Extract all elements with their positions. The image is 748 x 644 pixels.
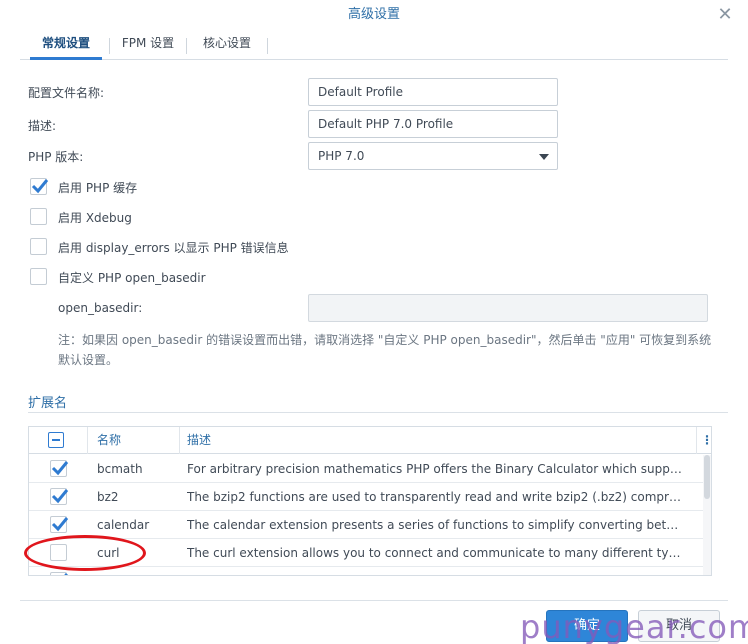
note-line-2: 默认设置。 [58, 353, 119, 367]
checkbox-open-basedir[interactable] [30, 268, 47, 285]
table-row[interactable]: bcmath For arbitrary precision mathemati… [29, 455, 705, 483]
tab-bar: 常规设置 FPM 设置 核心设置 [20, 30, 728, 60]
table-row[interactable]: calendar The calendar extension presents… [29, 511, 705, 539]
row-name: bcmath [97, 462, 143, 476]
tab-core[interactable]: 核心设置 [187, 30, 267, 60]
watermark-text: punygear.com [520, 608, 748, 644]
header-divider [87, 427, 88, 454]
checkmark-icon [64, 573, 69, 575]
row-description: These functions build the foundation for… [187, 567, 687, 575]
php-version-value: PHP 7.0 [318, 149, 365, 163]
table-header: 名称 描述 ⋮ [29, 427, 711, 454]
column-header-name[interactable]: 名称 [97, 427, 121, 454]
tab-general[interactable]: 常规设置 [30, 30, 102, 60]
description-input[interactable]: Default PHP 7.0 Profile [308, 110, 558, 138]
option-label-display-errors: 启用 display_errors 以显示 PHP 错误信息 [58, 241, 289, 255]
select-all-checkbox[interactable] [48, 432, 64, 448]
header-divider [179, 427, 180, 454]
php-version-select[interactable]: PHP 7.0 [308, 142, 558, 170]
column-menu-icon[interactable]: ⋮ [701, 427, 711, 454]
window-title: 高级设置 [347, 7, 400, 22]
header-divider [696, 427, 697, 454]
row-description: The bzip2 functions are used to transpar… [187, 490, 681, 504]
table-scrollbar[interactable] [703, 455, 711, 575]
chevron-down-icon [539, 154, 549, 160]
row-checkbox[interactable] [50, 460, 69, 477]
extensions-section-title: 扩展名 [28, 396, 68, 411]
open-basedir-label: open_basedir: [58, 301, 143, 315]
option-label-php-cache: 启用 PHP 缓存 [58, 181, 138, 195]
table-row[interactable]: bz2 The bzip2 functions are used to tran… [29, 483, 705, 511]
minus-icon [52, 439, 60, 441]
checkbox-php-cache[interactable] [30, 178, 49, 195]
row-checkbox[interactable] [50, 572, 69, 575]
row-description: The calendar extension presents a series… [187, 518, 679, 532]
row-name: bz2 [97, 490, 119, 504]
php-version-label: PHP 版本: [28, 150, 84, 164]
checkmark-icon [31, 179, 49, 194]
profile-name-label: 配置文件名称: [28, 86, 105, 100]
row-checkbox[interactable] [50, 488, 69, 505]
note-line-1: 注：如果因 open_basedir 的错误设置而出错，请取消选择 "自定义 P… [58, 333, 712, 347]
checkbox-display-errors[interactable] [30, 238, 47, 255]
scrollbar-thumb[interactable] [704, 455, 710, 499]
checkmark-icon [51, 517, 69, 532]
option-label-xdebug: 启用 Xdebug [58, 211, 132, 225]
row-description: The curl extension allows you to connect… [187, 546, 681, 560]
tab-fpm[interactable]: FPM 设置 [110, 30, 186, 60]
footer-divider [20, 600, 728, 601]
profile-name-input[interactable]: Default Profile [308, 78, 558, 106]
open-basedir-input[interactable] [308, 294, 708, 322]
checkbox-xdebug[interactable] [30, 208, 47, 225]
tab-divider [267, 38, 268, 54]
row-name: calendar [97, 518, 150, 532]
checkmark-icon [51, 489, 69, 504]
table-row[interactable]: dba These functions build the foundation… [29, 567, 705, 575]
option-label-open-basedir: 自定义 PHP open_basedir [58, 271, 206, 285]
row-checkbox[interactable] [50, 516, 69, 533]
checkmark-icon [51, 461, 69, 476]
description-label: 描述: [28, 119, 57, 133]
column-header-description[interactable]: 描述 [187, 427, 211, 454]
section-divider [28, 412, 728, 413]
red-highlight-circle [24, 535, 146, 571]
close-icon[interactable]: ✕ [716, 6, 734, 24]
row-description: For arbitrary precision mathematics PHP … [187, 462, 682, 476]
